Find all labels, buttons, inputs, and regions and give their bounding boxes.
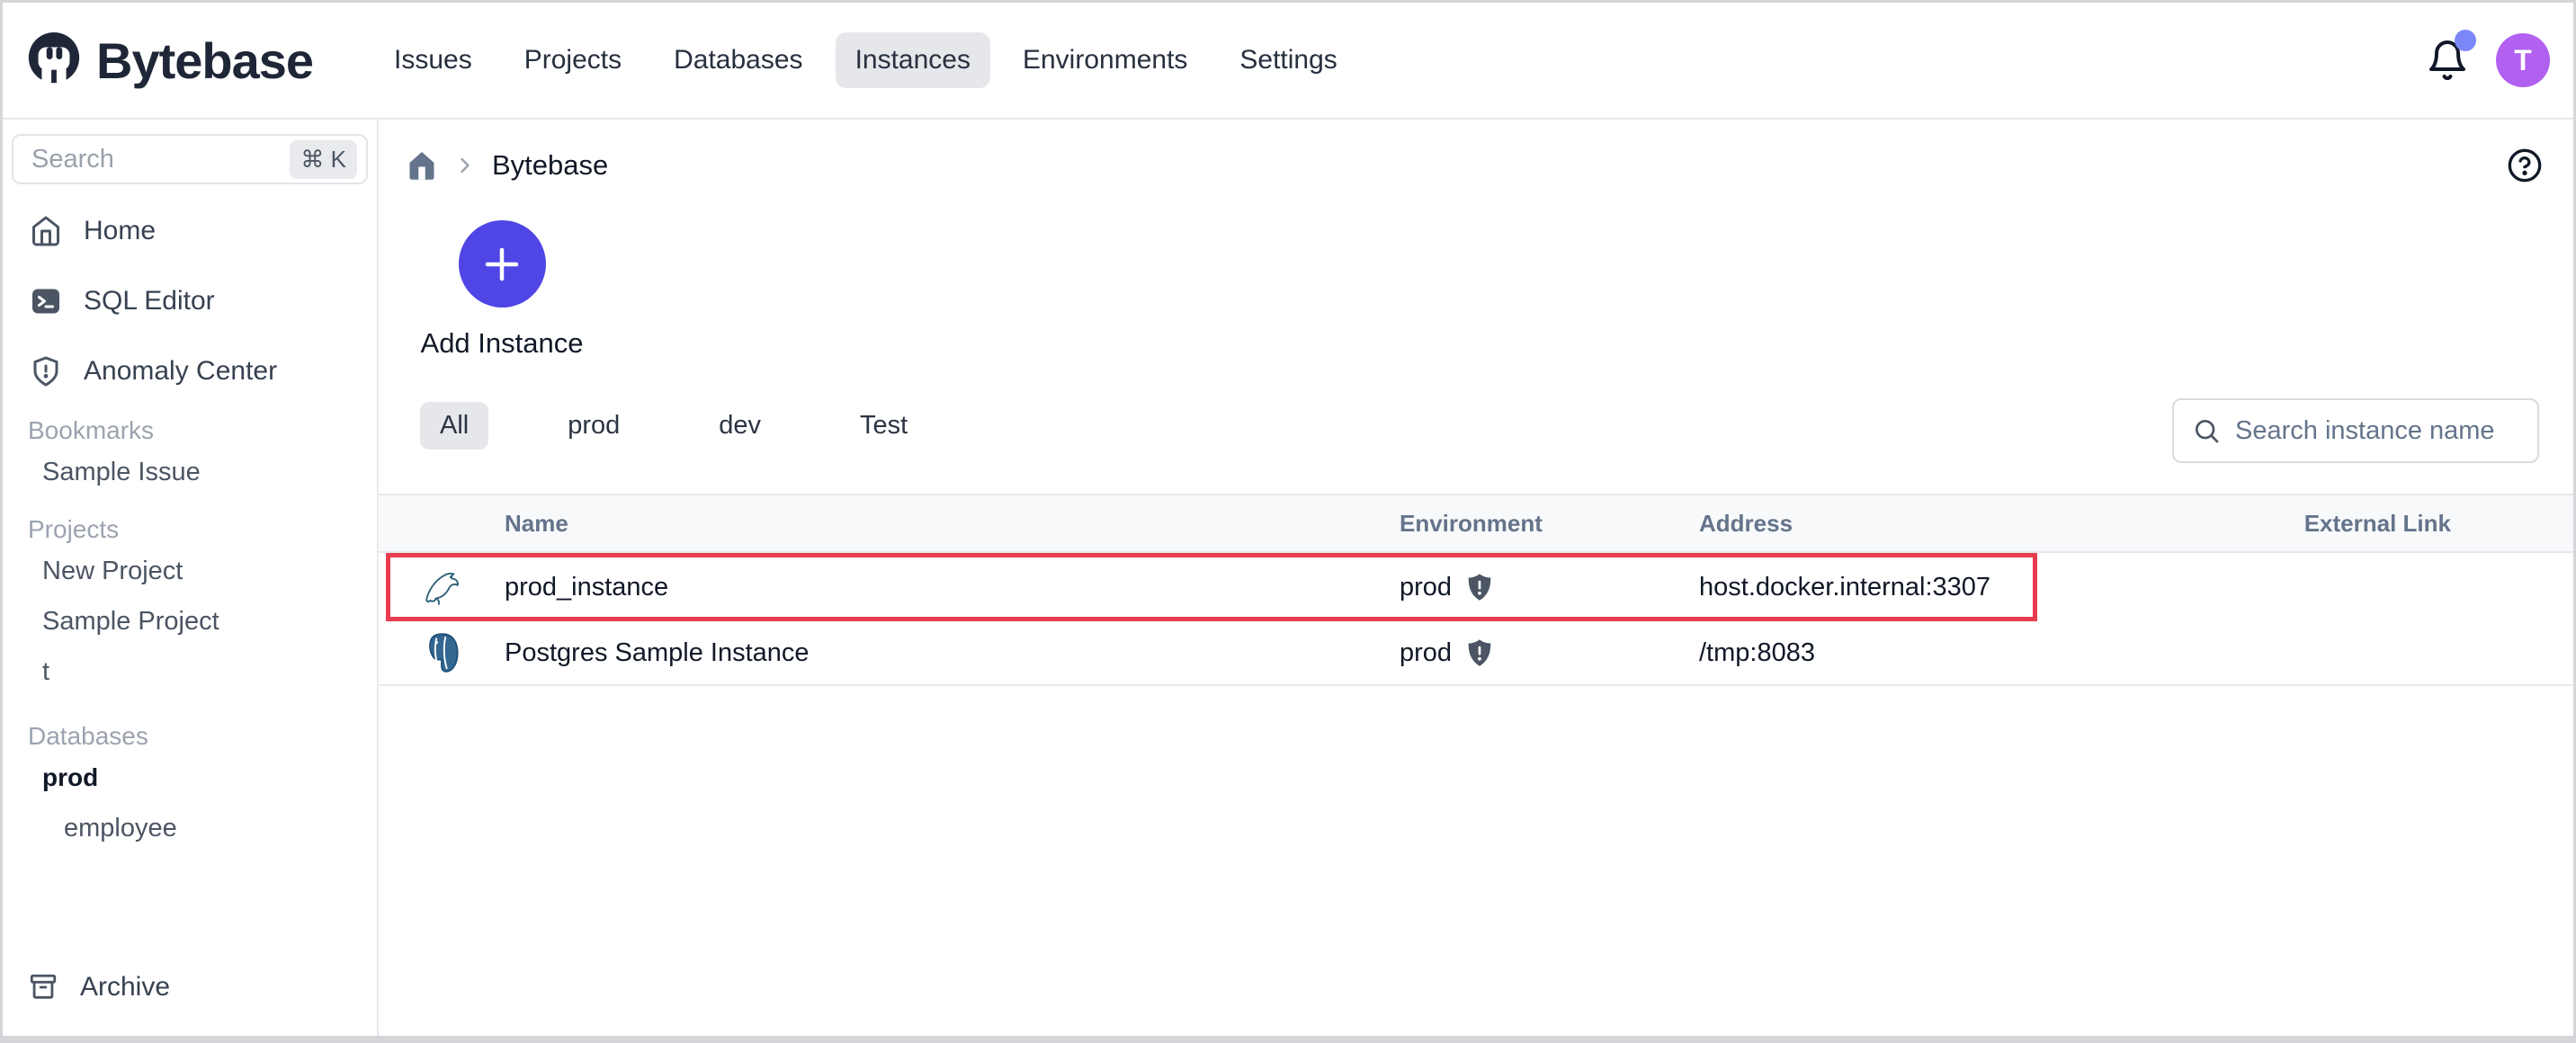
nav-item-issues[interactable]: Issues [374,32,492,88]
breadcrumb-current[interactable]: Bytebase [492,149,608,182]
sidebar-search-box[interactable]: ⌘ K [12,134,368,184]
table-row-postgres-sample-instance[interactable]: Postgres Sample Instance prod /tmp:8083 [379,621,2573,686]
sidebar-item-label: Archive [80,972,171,1002]
environment-filter-tabs: All prod dev Test [420,401,927,450]
home-icon [30,215,62,247]
sidebar-item-sample-project[interactable]: Sample Project [3,596,377,646]
bytebase-logo-icon [24,31,84,90]
instance-environment: prod [1400,573,1699,602]
sidebar-item-new-project[interactable]: New Project [3,546,377,596]
tab-test[interactable]: Test [840,402,927,450]
table-header: Name Environment Address External Link [379,494,2573,553]
bytebase-logo[interactable]: Bytebase [24,31,314,90]
shield-protected-icon [1466,573,1493,602]
tab-dev[interactable]: dev [699,402,781,450]
navbar-right: T [2426,30,2550,87]
terminal-icon [30,285,62,317]
nav-item-projects[interactable]: Projects [505,32,641,88]
table-row-prod-instance[interactable]: prod_instance prod host.docker.internal:… [379,553,2573,621]
notification-badge-dot [2455,30,2476,51]
sidebar-item-label: Home [84,216,157,245]
instance-name: Postgres Sample Instance [505,637,809,667]
section-title-projects: Projects [28,515,120,543]
sidebar-item-archive[interactable]: Archive [3,960,377,1014]
shield-alert-icon [30,355,62,388]
logo-wordmark: Bytebase [96,31,314,89]
avatar[interactable]: T [2496,33,2550,87]
top-navbar: Bytebase Issues Projects Databases Insta… [3,3,2573,120]
archive-icon [28,972,58,1003]
app-window: Bytebase Issues Projects Databases Insta… [0,0,2576,1043]
postgresql-icon [422,631,463,674]
nav-item-environments[interactable]: Environments [1003,32,1207,88]
sidebar-item-employee-db[interactable]: employee [3,803,377,853]
mysql-icon [422,568,463,606]
breadcrumb: Bytebase [379,145,2573,186]
nav-item-instances[interactable]: Instances [835,32,990,88]
sidebar-item-anomaly-center[interactable]: Anomaly Center [3,344,377,398]
nav-item-databases[interactable]: Databases [654,32,822,88]
main-content: Bytebase Add Instance All prod dev Test [379,120,2573,1036]
column-header-name: Name [505,509,568,537]
sidebar-item-t[interactable]: t [3,646,377,697]
shield-protected-icon [1466,638,1493,667]
sidebar-item-sample-issue[interactable]: Sample Issue [3,447,377,497]
search-icon [2192,416,2221,445]
main-nav: Issues Projects Databases Instances Envi… [374,32,1357,88]
sidebar-search-input[interactable] [31,144,291,174]
instance-table: Name Environment Address External Link p… [379,494,2573,686]
instance-address: host.docker.internal:3307 [1699,572,1991,602]
add-instance-circle[interactable] [458,220,546,308]
sidebar-item-prod-db[interactable]: prod [3,753,377,803]
add-instance-label: Add Instance [420,327,584,359]
tab-prod[interactable]: prod [548,402,640,450]
column-header-address: Address [1699,509,1793,537]
tab-all[interactable]: All [420,401,489,450]
instance-environment: prod [1400,638,1699,668]
section-title-databases: Databases [28,722,148,750]
nav-item-settings[interactable]: Settings [1220,32,1356,88]
instance-search-box[interactable] [2172,398,2539,463]
instance-address: /tmp:8083 [1699,637,1815,667]
instance-search-input[interactable] [2235,415,2519,446]
sidebar: ⌘ K Home SQL Editor [3,120,379,1036]
sidebar-item-home[interactable]: Home [3,204,377,258]
add-instance-button[interactable]: Add Instance [415,220,589,360]
help-button[interactable] [2507,147,2543,183]
column-header-external-link: External Link [2303,509,2451,537]
section-title-bookmarks: Bookmarks [28,416,155,444]
environment-label: prod [1400,637,1453,667]
sidebar-nav: Home SQL Editor Anomaly Center [3,204,377,398]
environment-label: prod [1400,572,1453,602]
chevron-right-icon [452,153,478,178]
column-header-environment: Environment [1400,509,1543,537]
breadcrumb-home-icon[interactable] [406,149,438,182]
notifications-button[interactable] [2426,30,2476,84]
plus-icon [481,244,523,285]
sidebar-item-sql-editor[interactable]: SQL Editor [3,274,377,328]
sidebar-item-label: SQL Editor [84,286,215,316]
sidebar-item-label: Anomaly Center [84,356,278,386]
search-shortcut-badge: ⌘ K [290,139,357,179]
instance-name: prod_instance [505,572,669,602]
